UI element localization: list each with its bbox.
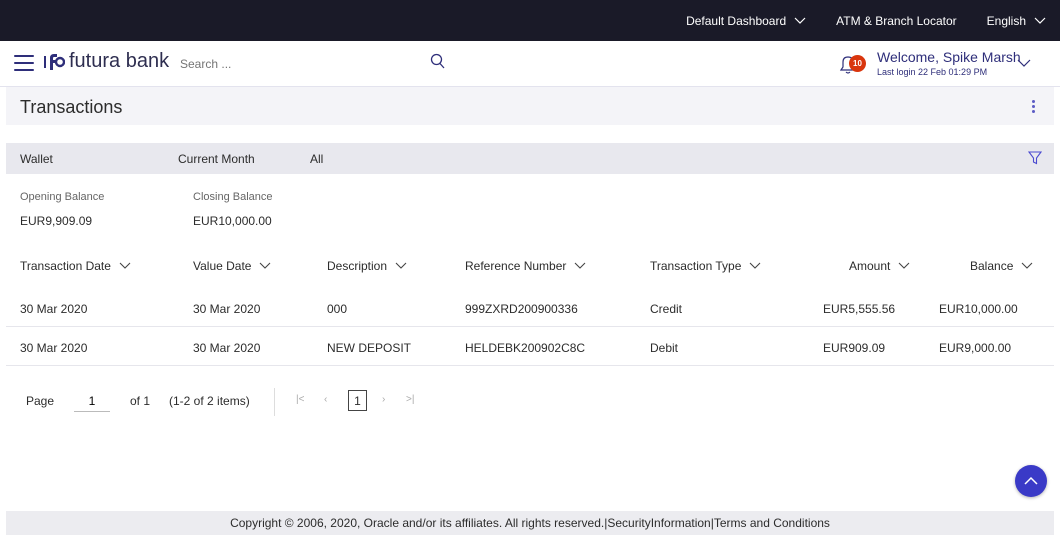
atm-branch-locator-label: ATM & Branch Locator	[836, 13, 957, 28]
opening-balance-value: EUR9,909.09	[20, 214, 93, 228]
chevron-up-icon	[1024, 476, 1038, 485]
cell-reference-number: 999ZXRD200900336	[465, 302, 578, 316]
app-header: futura bank 10 Welcome, Spike Marsh Last…	[0, 41, 1060, 87]
column-label: Description	[327, 259, 388, 273]
column-label: Transaction Date	[20, 259, 111, 273]
column-balance[interactable]: Balance	[970, 259, 1033, 273]
column-label: Value Date	[193, 259, 252, 273]
bank-logo-text: futura bank	[69, 50, 170, 72]
search-input[interactable]	[180, 52, 450, 76]
column-value-date[interactable]: Value Date	[193, 259, 271, 273]
column-transaction-type[interactable]: Transaction Type	[650, 259, 761, 273]
title-bar: Transactions	[6, 87, 1054, 125]
table-header: Transaction Date Value Date Description …	[6, 251, 1054, 281]
page-label: Page	[26, 394, 55, 408]
next-page-icon[interactable]: ›	[382, 394, 385, 405]
more-options-icon[interactable]	[1032, 100, 1036, 114]
divider	[274, 388, 275, 416]
top-bar: Default Dashboard ATM & Branch Locator E…	[0, 0, 1060, 41]
pagination: Page of 1 (1-2 of 2 items) |< ‹ 1 › >|	[6, 382, 1054, 422]
closing-balance-value: EUR10,000.00	[193, 214, 272, 228]
closing-balance-label: Closing Balance	[193, 191, 273, 203]
filter-period[interactable]: Current Month	[178, 152, 255, 166]
column-label: Transaction Type	[650, 259, 742, 273]
cell-balance: EUR9,000.00	[939, 341, 1012, 355]
table-row[interactable]: 30 Mar 2020 30 Mar 2020 000 999ZXRD20090…	[6, 289, 1054, 327]
cell-description: NEW DEPOSIT	[327, 341, 412, 355]
filter-type[interactable]: All	[310, 152, 323, 166]
default-dashboard-label: Default Dashboard	[686, 13, 787, 28]
filter-bar: Wallet Current Month All	[6, 143, 1054, 174]
column-transaction-date[interactable]: Transaction Date	[20, 259, 131, 273]
filter-icon[interactable]	[1028, 151, 1042, 165]
footer: Copyright © 2006, 2020, Oracle and/or it…	[6, 511, 1054, 535]
filter-account[interactable]: Wallet	[20, 152, 53, 166]
scroll-to-top-button[interactable]	[1015, 465, 1047, 497]
chevron-down-icon	[794, 17, 806, 24]
opening-balance-label: Opening Balance	[20, 191, 105, 203]
column-reference-number[interactable]: Reference Number	[465, 259, 586, 273]
bank-logo[interactable]: futura bank	[43, 50, 169, 73]
current-page-button[interactable]: 1	[348, 390, 367, 411]
main-content: Transactions Wallet Current Month All Op…	[6, 87, 1054, 511]
chevron-down-icon	[1034, 17, 1046, 24]
page-number-input[interactable]	[74, 390, 110, 412]
welcome-text: Welcome, Spike Marsh	[877, 49, 1021, 65]
cell-transaction-date: 30 Mar 2020	[20, 302, 88, 316]
chevron-down-icon	[260, 262, 271, 269]
first-page-icon[interactable]: |<	[296, 394, 304, 405]
cell-balance: EUR10,000.00	[939, 302, 1018, 316]
atm-branch-locator-link[interactable]: ATM & Branch Locator	[836, 14, 957, 28]
cell-value-date: 30 Mar 2020	[193, 302, 261, 316]
language-menu[interactable]: English	[987, 14, 1046, 28]
notification-badge[interactable]: 10	[849, 55, 866, 72]
cell-reference-number: HELDEBK200902C8C	[465, 341, 586, 355]
chevron-down-icon	[575, 262, 586, 269]
column-label: Amount	[849, 259, 891, 273]
cell-description: 000	[327, 302, 348, 316]
last-page-icon[interactable]: >|	[406, 394, 414, 405]
cell-transaction-type: Debit	[650, 341, 679, 355]
language-label: English	[986, 13, 1026, 28]
cell-value-date: 30 Mar 2020	[193, 341, 261, 355]
page-title: Transactions	[20, 97, 123, 117]
cell-transaction-date: 30 Mar 2020	[20, 341, 88, 355]
page-count-label: of 1	[130, 394, 151, 408]
bank-logo-icon	[44, 53, 65, 70]
user-menu[interactable]: Welcome, Spike Marsh Last login 22 Feb 0…	[877, 49, 1021, 77]
search-icon[interactable]	[430, 53, 446, 71]
table-row[interactable]: 30 Mar 2020 30 Mar 2020 NEW DEPOSIT HELD…	[6, 328, 1054, 366]
chevron-down-icon	[1021, 262, 1033, 269]
column-description[interactable]: Description	[327, 259, 407, 273]
chevron-down-icon	[898, 262, 910, 269]
column-label: Reference Number	[465, 259, 567, 273]
chevron-down-icon	[395, 262, 407, 269]
copyright-text: Copyright © 2006, 2020, Oracle and/or it…	[230, 516, 605, 530]
last-login-text: Last login 22 Feb 01:29 PM	[877, 67, 988, 77]
terms-conditions-link[interactable]: Terms and Conditions	[714, 516, 830, 530]
cell-amount: EUR909.09	[823, 341, 886, 355]
column-amount[interactable]: Amount	[849, 259, 910, 273]
items-count-label: (1-2 of 2 items)	[169, 394, 250, 408]
chevron-down-icon	[119, 262, 131, 269]
chevron-down-icon[interactable]	[1017, 58, 1031, 68]
security-information-link[interactable]: SecurityInformation	[607, 516, 710, 530]
column-label: Balance	[970, 259, 1014, 273]
chevron-down-icon	[750, 262, 761, 269]
default-dashboard-menu[interactable]: Default Dashboard	[686, 14, 806, 28]
prev-page-icon[interactable]: ‹	[324, 394, 327, 405]
hamburger-menu-icon[interactable]	[14, 55, 34, 71]
cell-transaction-type: Credit	[650, 302, 683, 316]
cell-amount: EUR5,555.56	[823, 302, 896, 316]
